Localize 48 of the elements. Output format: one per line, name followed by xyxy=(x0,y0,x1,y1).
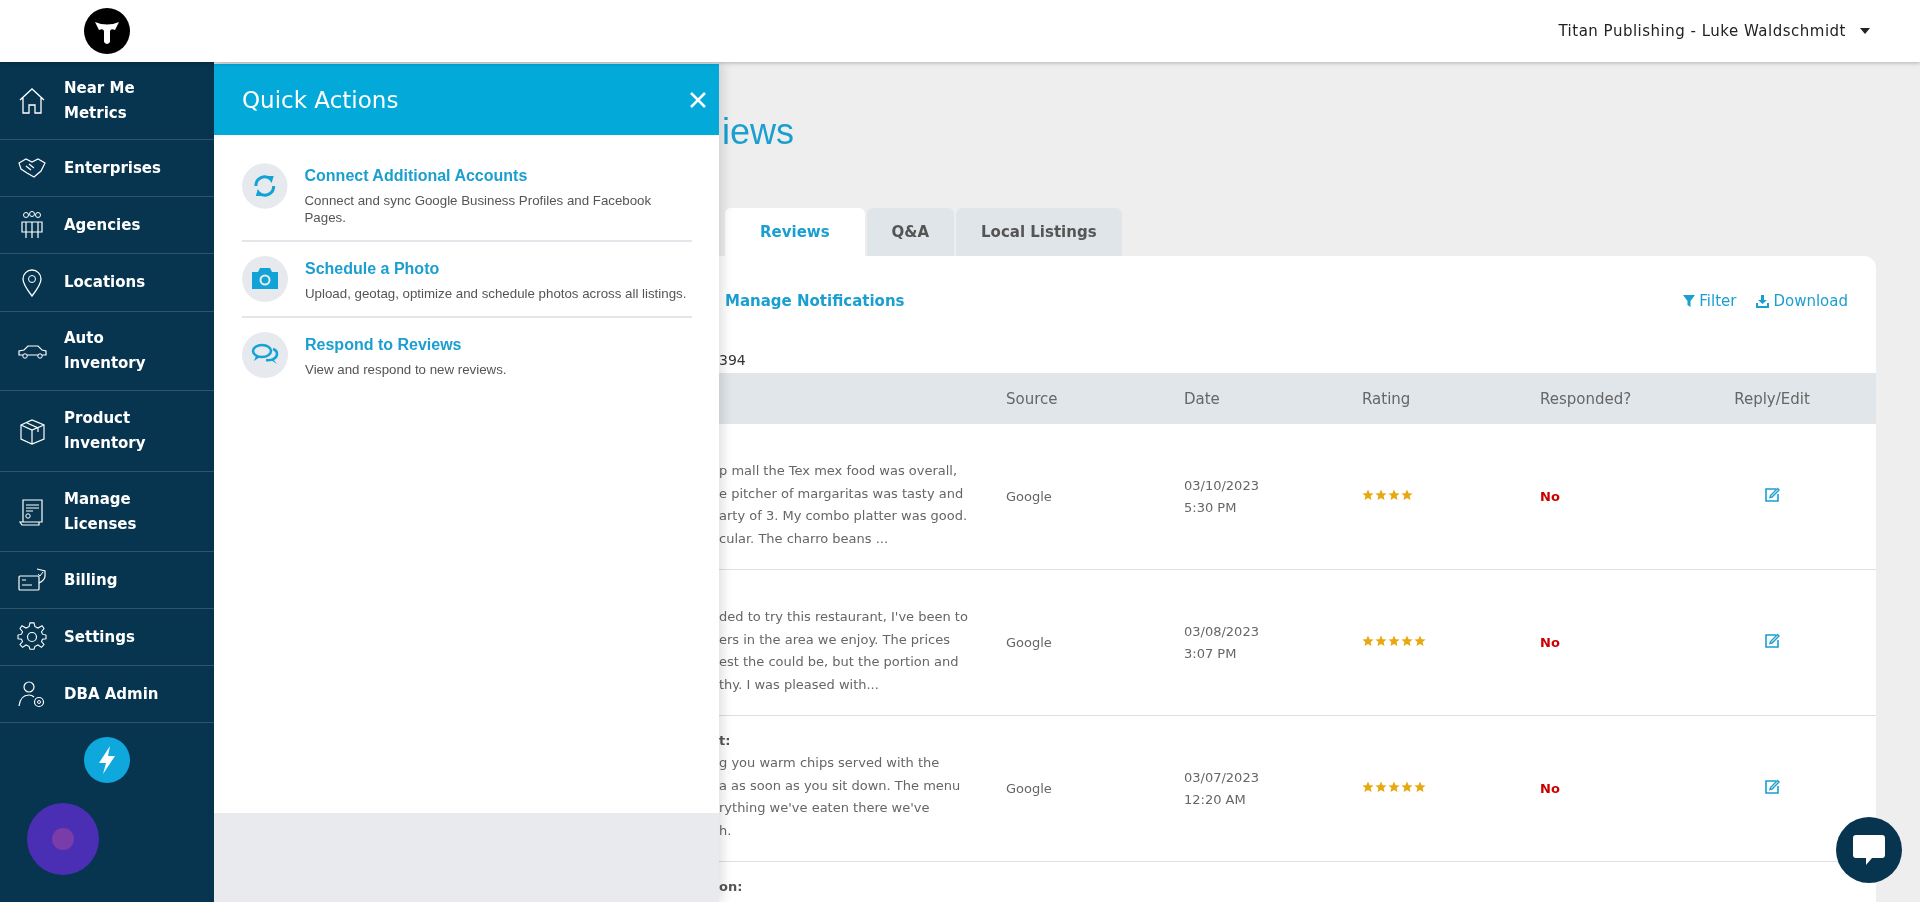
column-header: Reply/Edit xyxy=(1734,389,1810,408)
edit-icon[interactable] xyxy=(1764,487,1780,503)
close-icon[interactable] xyxy=(689,90,707,109)
action-description: Upload, geotag, optimize and schedule photos across all listings. xyxy=(305,285,687,302)
chat-button-icon[interactable] xyxy=(1836,817,1902,883)
settings-icon xyxy=(17,622,47,652)
review-date: 03/07/2023 xyxy=(1184,768,1260,787)
column-header: Source xyxy=(1006,389,1059,408)
review-time: 12:20 AM xyxy=(1184,790,1247,809)
review-time: 3:07 PM xyxy=(1184,644,1238,663)
tab[interactable]: Q&A xyxy=(866,208,955,256)
review-text: g you warm chips served with the a as soon as you sit down. The menu rything we've eaten there we've h. xyxy=(719,754,962,840)
logo-icon[interactable] xyxy=(84,8,130,54)
review-time: 5:30 PM xyxy=(1184,498,1238,517)
review-title: t: xyxy=(719,732,732,750)
table-cell-text: Google xyxy=(1006,489,1053,504)
responded-status: No xyxy=(1540,781,1561,796)
filter-icon xyxy=(1683,295,1696,307)
action-description: Connect and sync Google Business Profiles and Facebook Pages. xyxy=(304,192,653,226)
column-header: Rating xyxy=(1362,389,1412,408)
round-launcher-icon[interactable] xyxy=(27,803,99,875)
review-count: 394 xyxy=(719,351,747,370)
review-text: p mall the Tex mex food was overall, e pitcher of margaritas was tasty and arty of 3. My combo platter was good. cular. The charro beans ... xyxy=(719,462,969,548)
action-description: View and respond to new reviews. xyxy=(305,361,507,378)
chat-bubbles-icon xyxy=(242,332,288,378)
review-text: ded to try this restaurant, I've been to ers in the area we enjoy. The prices est the could be, but the portion and thy. I was pleased with... xyxy=(719,608,969,694)
responded-status: No xyxy=(1540,635,1561,650)
edit-icon[interactable] xyxy=(1764,633,1780,649)
review-title: on: xyxy=(719,878,744,896)
responded-status: No xyxy=(1540,489,1561,504)
edit-icon[interactable] xyxy=(1764,779,1780,795)
account-name[interactable]: Titan Publishing - Luke Waldschmidt xyxy=(1558,22,1846,40)
table-cell-text: Google xyxy=(1006,635,1053,650)
lightning-button-icon[interactable] xyxy=(84,737,130,783)
camera-icon xyxy=(242,256,288,302)
column-header: Responded? xyxy=(1540,389,1633,408)
table-cell-text: Google xyxy=(1006,781,1053,796)
page-title: iews xyxy=(721,110,796,154)
column-header: Date xyxy=(1184,389,1221,408)
review-date: 03/10/2023 xyxy=(1184,476,1260,495)
tab[interactable]: Local Listings xyxy=(956,208,1122,256)
sync-icon xyxy=(242,163,288,209)
panel-title: Quick Actions xyxy=(242,86,399,113)
review-date: 03/08/2023 xyxy=(1184,622,1260,641)
download-icon xyxy=(1756,294,1770,308)
caret-icon[interactable] xyxy=(1860,28,1870,34)
user-gear-icon xyxy=(17,679,47,709)
box-icon xyxy=(17,416,47,446)
